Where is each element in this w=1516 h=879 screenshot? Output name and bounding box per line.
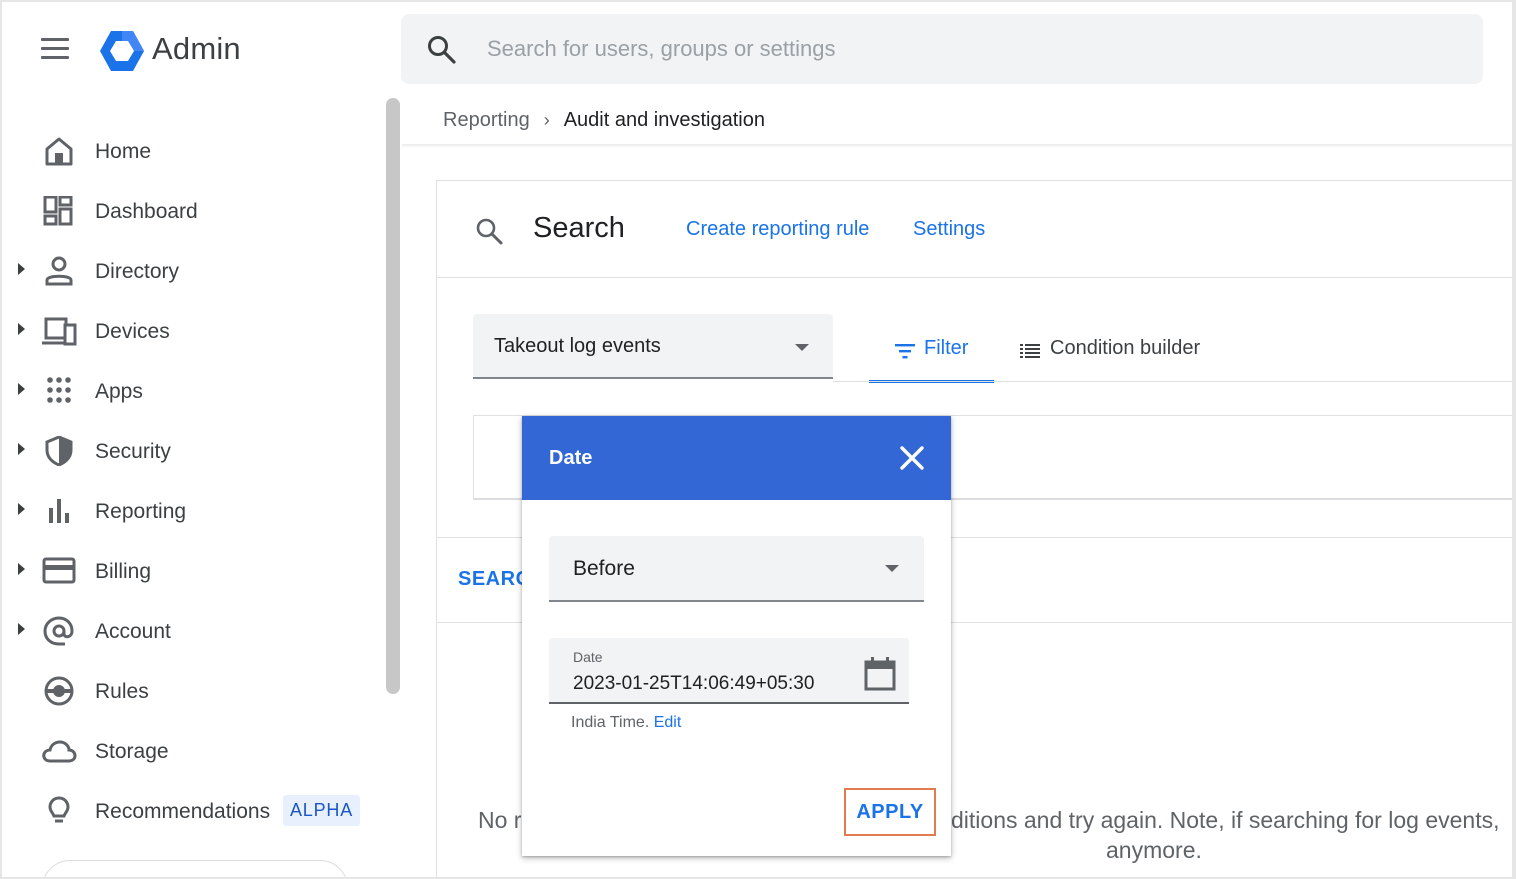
sidebar-item-label: Reporting [95, 500, 187, 523]
shield-icon [45, 436, 73, 466]
expand-caret-icon[interactable] [18, 563, 25, 575]
sidebar-item-security[interactable]: Security [2, 424, 382, 476]
expand-caret-icon[interactable] [18, 503, 25, 515]
header-divider [437, 277, 1512, 278]
sidebar-item-label: Account [95, 620, 171, 643]
date-operator-select[interactable]: Before [549, 536, 924, 602]
sidebar-item-label: Security [95, 440, 171, 463]
date-input[interactable] [573, 673, 853, 695]
settings-link[interactable]: Settings [913, 218, 985, 241]
sidebar-item-dashboard[interactable]: Dashboard [2, 184, 382, 236]
list-icon [1020, 344, 1040, 358]
hamburger-menu-icon [41, 38, 69, 41]
search-icon [476, 218, 503, 245]
breadcrumb-link-reporting[interactable]: Reporting [443, 109, 530, 132]
sidebar-item-label: Directory [95, 260, 180, 283]
breadcrumb: Reporting › Audit and investigation [443, 109, 765, 132]
sidebar-item-label: Dashboard [95, 200, 198, 223]
sidebar-item-billing[interactable]: Billing [2, 544, 382, 596]
breadcrumb-current: Audit and investigation [563, 109, 765, 131]
hamburger-menu-icon-bar [41, 47, 69, 50]
credit-card-icon [42, 557, 76, 584]
empty-results-message-line2: anymore. [1106, 837, 1202, 863]
data-source-select[interactable]: Takeout log events [473, 314, 833, 379]
sidebar-scrollbar[interactable] [386, 98, 400, 694]
admin-logo-icon[interactable] [98, 28, 146, 74]
breadcrumb-shadow [402, 144, 1512, 148]
main-menu-button[interactable] [38, 36, 74, 64]
dropdown-arrow-icon [795, 344, 809, 351]
at-sign-icon [43, 616, 74, 646]
person-icon [45, 256, 73, 286]
apps-grid-icon [47, 377, 71, 403]
search-title: Search [533, 212, 625, 244]
lightbulb-icon [48, 796, 70, 823]
date-field-label: Date [573, 649, 603, 665]
sidebar-item-home[interactable]: Home [2, 124, 382, 176]
sidebar-item-recommendations[interactable]: Recommendations ALPHA [2, 784, 382, 836]
chevron-right-icon: › [543, 110, 550, 130]
expand-caret-icon[interactable] [18, 323, 25, 335]
search-input-placeholder[interactable]: Search for users, groups or settings [487, 36, 836, 62]
tab-filter-label: Filter [924, 337, 969, 359]
expand-caret-icon[interactable] [18, 263, 25, 275]
sidebar-item-apps[interactable]: Apps [2, 364, 382, 416]
date-filter-dialog: Date Before Date India Time. Edit APP [522, 416, 951, 856]
search-icon [428, 36, 456, 64]
dashboard-icon [43, 196, 73, 226]
devices-icon [42, 317, 77, 346]
admin-console-window: Admin Search for users, groups or settin… [0, 0, 1516, 879]
sidebar-item-label: Storage [95, 740, 169, 763]
expand-caret-icon[interactable] [18, 623, 25, 635]
hamburger-menu-icon-bar [41, 56, 69, 59]
rules-icon [44, 676, 74, 706]
sidebar-item-devices[interactable]: Devices [2, 304, 382, 356]
alpha-badge: ALPHA [283, 795, 361, 826]
expand-caret-icon[interactable] [18, 443, 25, 455]
calendar-icon[interactable] [863, 656, 897, 692]
sidebar-item-label: Billing [95, 560, 152, 583]
sidebar-item-reporting[interactable]: Reporting [2, 484, 382, 536]
tab-condition-builder-label: Condition builder [1050, 337, 1201, 359]
apply-button[interactable]: APPLY [844, 788, 936, 836]
tab-condition-builder[interactable]: Condition builder [1012, 317, 1222, 381]
tab-filter[interactable]: Filter [869, 317, 994, 383]
sidebar-item-rules[interactable]: Rules [2, 664, 382, 716]
empty-results-message-right: ditions and try again. Note, if searchin… [951, 807, 1500, 833]
sidebar-item-label: Devices [95, 320, 170, 343]
dialog-header: Date [522, 416, 951, 500]
sidebar-item-directory[interactable]: Directory [2, 244, 382, 296]
timezone-edit-link[interactable]: Edit [654, 714, 682, 731]
tabs-divider [833, 381, 1512, 382]
home-icon [45, 137, 73, 166]
data-source-value: Takeout log events [494, 335, 661, 357]
date-operator-value: Before [573, 557, 635, 580]
bar-chart-icon [49, 499, 69, 523]
sidebar-item-label: Recommendations [95, 800, 271, 823]
search-button[interactable]: SEARCH [458, 568, 524, 591]
dropdown-arrow-icon [885, 565, 899, 572]
dialog-title: Date [549, 447, 593, 469]
expand-caret-icon[interactable] [18, 383, 25, 395]
sidebar-item-account[interactable]: Account [2, 604, 382, 656]
sidebar-bottom-card [42, 860, 348, 877]
cloud-icon [42, 740, 77, 763]
app-title: Admin [152, 31, 241, 66]
sidebar-item-storage[interactable]: Storage [2, 724, 382, 776]
close-icon[interactable] [896, 442, 928, 474]
sidebar-item-label: Apps [95, 380, 143, 403]
global-search-bar[interactable]: Search for users, groups or settings [401, 14, 1483, 84]
filter-icon [895, 344, 915, 359]
timezone-note: India Time. Edit [571, 714, 681, 732]
sidebar-item-label: Rules [95, 680, 149, 703]
create-reporting-rule-link[interactable]: Create reporting rule [686, 218, 869, 241]
sidebar-item-label: Home [95, 140, 152, 163]
date-input-field[interactable]: Date [549, 638, 909, 704]
timezone-label: India Time. [571, 714, 650, 731]
empty-results-message-left: No r [478, 807, 522, 833]
